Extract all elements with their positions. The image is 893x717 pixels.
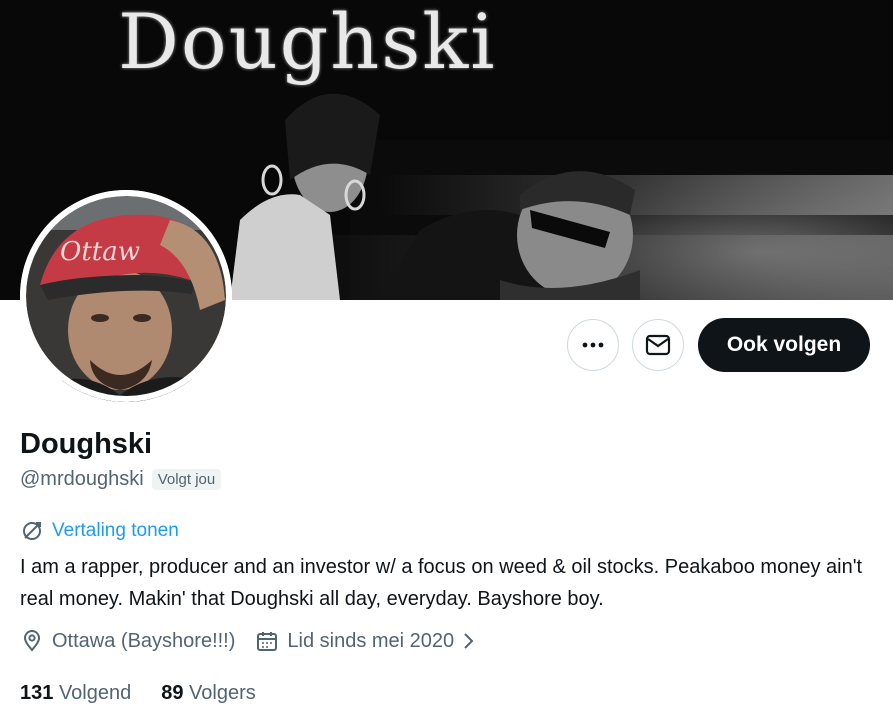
- translate-label: Vertaling tonen: [52, 520, 179, 541]
- chevron-right-icon: [464, 633, 474, 649]
- profile-stats: 131 Volgend 89 Volgers: [20, 682, 286, 705]
- followers-label: Volgers: [189, 682, 256, 704]
- more-icon: [582, 342, 604, 348]
- more-button[interactable]: [567, 319, 619, 371]
- translate-icon: [23, 522, 41, 540]
- profile-handle: @mrdoughski: [20, 468, 144, 490]
- joined-item[interactable]: Lid sinds mei 2020: [255, 629, 486, 653]
- follows-you-badge: Volgt jou: [151, 469, 222, 490]
- following-link[interactable]: 131 Volgend: [20, 682, 131, 705]
- followers-count: 89: [161, 682, 184, 704]
- profile-bio: I am a rapper, producer and an investor …: [20, 556, 863, 610]
- envelope-icon: [645, 334, 671, 356]
- svg-text:Ottaw: Ottaw: [60, 237, 140, 267]
- calendar-icon: [257, 632, 278, 651]
- joined-text: Lid sinds mei 2020: [287, 629, 455, 652]
- following-count: 131: [20, 682, 54, 704]
- handle-row: @mrdoughski Volgt jou: [20, 468, 222, 491]
- profile-name: Doughski: [20, 428, 153, 460]
- location-pin-icon: [23, 630, 41, 652]
- translate-link[interactable]: Vertaling tonen: [20, 519, 179, 543]
- profile-meta: Ottawa (Bayshore!!!) Lid sinds mei 2020: [20, 629, 486, 653]
- following-label: Volgend: [58, 682, 132, 704]
- location-text: Ottawa (Bayshore!!!): [52, 629, 236, 652]
- followers-link[interactable]: 89 Volgers: [161, 682, 256, 705]
- banner-title: Doughski: [118, 0, 497, 86]
- location-item: Ottawa (Bayshore!!!): [20, 629, 235, 653]
- avatar-image: Ottaw: [20, 190, 232, 402]
- message-button[interactable]: [632, 319, 684, 371]
- follow-back-button[interactable]: Ook volgen: [698, 318, 870, 372]
- avatar[interactable]: Ottaw: [20, 190, 232, 402]
